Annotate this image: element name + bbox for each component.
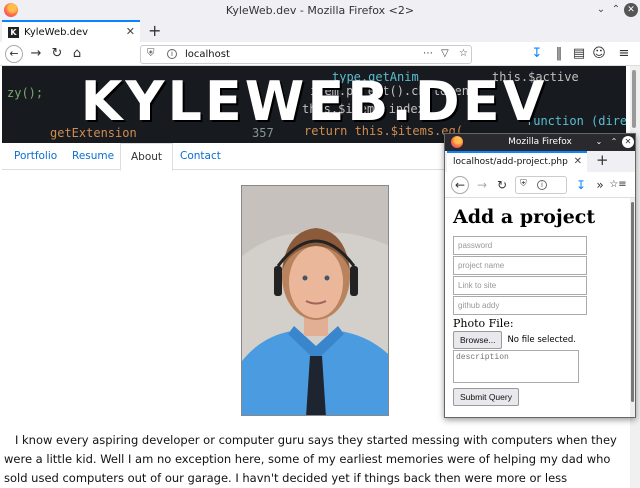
window-title: KyleWeb.dev - Mozilla Firefox <2> (225, 4, 415, 17)
site-favicon-icon: K (8, 26, 19, 38)
no-file-text: No file selected. (507, 335, 576, 345)
library-icon[interactable]: ‖ (550, 45, 568, 63)
maximize-icon[interactable]: ⌃ (608, 136, 620, 148)
account-icon[interactable]: ☺ (590, 45, 608, 63)
add-project-form: Add a project Photo File: Browse... No f… (445, 198, 629, 417)
browse-button[interactable]: Browse... (453, 331, 503, 349)
password-field[interactable] (453, 236, 587, 255)
downloads-icon[interactable]: ↧ (528, 45, 546, 63)
tracking-shield-icon[interactable]: ⛨ (520, 179, 527, 189)
minimize-icon[interactable]: ⌄ (593, 136, 605, 148)
page-actions-icon[interactable]: ⋯ (423, 48, 433, 59)
nav-portfolio-link[interactable]: Portfolio (4, 143, 67, 170)
close-window-icon[interactable]: ✕ (624, 3, 638, 17)
popup-title: Mozilla Firefox (508, 137, 572, 147)
nav-about-link[interactable]: About (120, 143, 174, 171)
sidebar-icon[interactable]: ▤ (570, 45, 588, 63)
about-text: I know every aspiring developer or compu… (4, 433, 617, 485)
downloads-icon[interactable]: ↧ (572, 176, 590, 194)
window-titlebar: KyleWeb.dev - Mozilla Firefox <2> ⌄ ⌃ ✕ (0, 0, 640, 20)
scrollbar-thumb[interactable] (631, 202, 634, 402)
github-field[interactable] (453, 296, 587, 315)
description-field[interactable] (453, 350, 579, 383)
minimize-icon[interactable]: ⌄ (594, 3, 608, 17)
tab-title: KyleWeb.dev (24, 26, 89, 38)
close-tab-icon[interactable]: ✕ (126, 25, 135, 38)
bookmark-star-icon[interactable]: ☆ (459, 48, 468, 59)
navigation-toolbar: ← → ↻ ⌂ ⛨ i localhost ⋯ ▽ ☆ ↧ ‖ ▤ ☺ ≡ (0, 42, 640, 66)
form-heading: Add a project (453, 206, 596, 228)
reload-icon[interactable]: ↻ (48, 45, 66, 63)
file-input: Browse... No file selected. (453, 331, 621, 349)
extensions-icon[interactable]: » (591, 176, 609, 194)
profile-photo-image (242, 186, 388, 415)
forward-arrow-icon[interactable]: → (473, 176, 491, 194)
url-text[interactable]: localhost (185, 49, 230, 60)
home-icon[interactable]: ⌂ (68, 45, 86, 63)
site-info-icon[interactable]: i (167, 49, 177, 59)
tab-add-project[interactable]: localhost/add-project.php ✕ (447, 151, 587, 172)
nav-resume-link[interactable]: Resume (62, 143, 124, 170)
popup-window: Mozilla Firefox ⌄ ⌃ ✕ localhost/add-proj… (444, 133, 636, 418)
close-window-icon[interactable]: ✕ (622, 136, 634, 148)
url-bar[interactable]: ⛨ i localhost ⋯ ▽ ☆ (140, 45, 472, 64)
site-link-field[interactable] (453, 276, 587, 295)
scrollbar-thumb[interactable] (632, 70, 636, 128)
popup-scrollbar[interactable] (630, 198, 635, 417)
hamburger-menu-icon[interactable]: ≡ (615, 45, 633, 63)
tab-kyleweb[interactable]: K KyleWeb.dev ✕ (2, 20, 140, 42)
pocket-icon[interactable]: ▽ (441, 48, 449, 59)
popup-titlebar: Mozilla Firefox ⌄ ⌃ ✕ (445, 134, 635, 151)
about-paragraph: I know every aspiring developer or compu… (4, 431, 624, 488)
new-tab-plus-icon[interactable]: + (148, 21, 161, 40)
url-bar[interactable]: ⛨ i (515, 176, 567, 194)
profile-photo (241, 185, 389, 416)
maximize-icon[interactable]: ⌃ (609, 3, 623, 17)
tracking-shield-icon[interactable]: ⛨ (147, 48, 155, 59)
hero-title: KYLEWEB.DEV (80, 70, 548, 133)
close-tab-icon[interactable]: ✕ (574, 156, 582, 167)
tab-title: localhost/add-project.php (453, 157, 568, 167)
tab-strip: K KyleWeb.dev ✕ + (0, 20, 640, 42)
back-arrow-icon[interactable]: ← (451, 176, 469, 194)
project-name-field[interactable] (453, 256, 587, 275)
popup-navigation-toolbar: ← → ↻ ⛨ i ↧ » ☆≡ (445, 172, 635, 198)
reload-icon[interactable]: ↻ (493, 176, 511, 194)
nav-contact-link[interactable]: Contact (170, 143, 231, 170)
bookmark-star-icon[interactable]: ☆≡ (609, 176, 627, 194)
new-tab-plus-icon[interactable]: + (596, 151, 609, 169)
back-arrow-icon[interactable]: ← (5, 45, 23, 63)
popup-tab-strip: localhost/add-project.php ✕ + (445, 151, 635, 172)
hero-banner: zy(); getExtension 357 type.getAnim item… (2, 66, 626, 143)
photo-file-label: Photo File: (453, 317, 514, 330)
submit-button[interactable]: Submit Query (453, 388, 519, 406)
forward-arrow-icon[interactable]: → (27, 45, 45, 63)
site-info-icon[interactable]: i (537, 180, 547, 190)
